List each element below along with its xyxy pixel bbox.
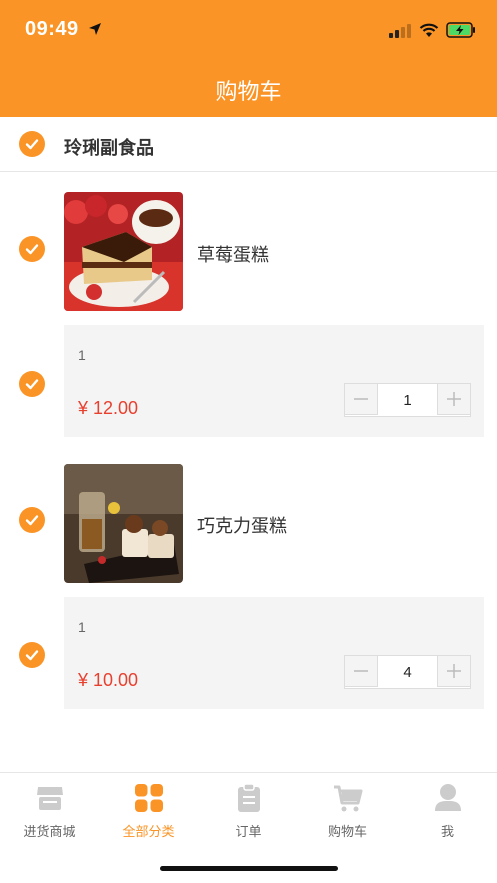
decrement-button[interactable] xyxy=(344,655,378,687)
header: 09:49 购物车 xyxy=(0,0,497,117)
checkmark-icon xyxy=(25,379,39,390)
quantity-stepper: 4 xyxy=(344,655,471,689)
category-grid-icon xyxy=(135,784,163,812)
home-indicator xyxy=(160,866,338,871)
status-time: 09:49 xyxy=(25,18,79,40)
shop-row: 玲琍副食品 xyxy=(0,117,497,172)
spec-panel: 1 ¥ 10.00 4 xyxy=(64,597,484,709)
plus-icon xyxy=(447,664,461,678)
quantity-stepper: 1 xyxy=(344,383,471,417)
increment-button[interactable] xyxy=(437,655,471,687)
price: ¥ 12.00 xyxy=(78,398,139,418)
location-arrow-icon xyxy=(89,23,101,35)
wifi-icon xyxy=(419,23,439,37)
tab-me[interactable]: 我 xyxy=(398,773,497,843)
spec-text: 1 xyxy=(78,619,86,635)
checkmark-icon xyxy=(25,650,39,661)
item-select-checkbox[interactable] xyxy=(19,236,45,262)
tab-label: 全部分类 xyxy=(122,824,175,839)
checkmark-icon xyxy=(25,515,39,526)
cart-icon xyxy=(334,785,363,812)
quantity-input[interactable]: 4 xyxy=(377,656,438,688)
tab-store[interactable]: 进货商城 xyxy=(0,773,99,843)
checkmark-icon xyxy=(25,139,39,150)
page-title: 购物车 xyxy=(215,79,282,104)
product-name[interactable]: 巧克力蛋糕 xyxy=(197,512,287,538)
minus-icon xyxy=(354,398,368,400)
tab-label: 进货商城 xyxy=(23,824,76,839)
battery-icon xyxy=(446,22,475,38)
quantity-input[interactable]: 1 xyxy=(377,384,438,416)
shop-select-checkbox[interactable] xyxy=(19,131,45,157)
decrement-button[interactable] xyxy=(344,383,378,415)
item-select-checkbox[interactable] xyxy=(19,507,45,533)
increment-button[interactable] xyxy=(437,383,471,415)
strawberry-cake-image[interactable] xyxy=(64,192,183,311)
tab-cart[interactable]: 购物车 xyxy=(298,773,397,843)
spec-select-checkbox[interactable] xyxy=(19,371,45,397)
price: ¥ 10.00 xyxy=(78,670,139,690)
spec-text: 1 xyxy=(78,347,86,363)
spec-select-checkbox[interactable] xyxy=(19,642,45,668)
store-icon xyxy=(37,787,63,810)
product-name[interactable]: 草莓蛋糕 xyxy=(197,241,269,267)
plus-icon xyxy=(447,392,461,406)
clipboard-icon xyxy=(238,783,260,812)
tab-all-categories[interactable]: 全部分类 xyxy=(99,773,198,843)
profile-icon xyxy=(435,784,461,811)
minus-icon xyxy=(354,670,368,672)
tab-label: 我 xyxy=(440,824,454,839)
checkmark-icon xyxy=(25,244,39,255)
spec-panel: 1 ¥ 12.00 1 xyxy=(64,325,484,437)
tab-label: 订单 xyxy=(235,824,262,839)
tab-label: 购物车 xyxy=(327,824,367,839)
chocolate-cake-image[interactable] xyxy=(64,464,183,583)
shop-name: 玲琍副食品 xyxy=(64,138,154,158)
signal-icon xyxy=(389,24,411,38)
tab-orders[interactable]: 订单 xyxy=(199,773,298,843)
